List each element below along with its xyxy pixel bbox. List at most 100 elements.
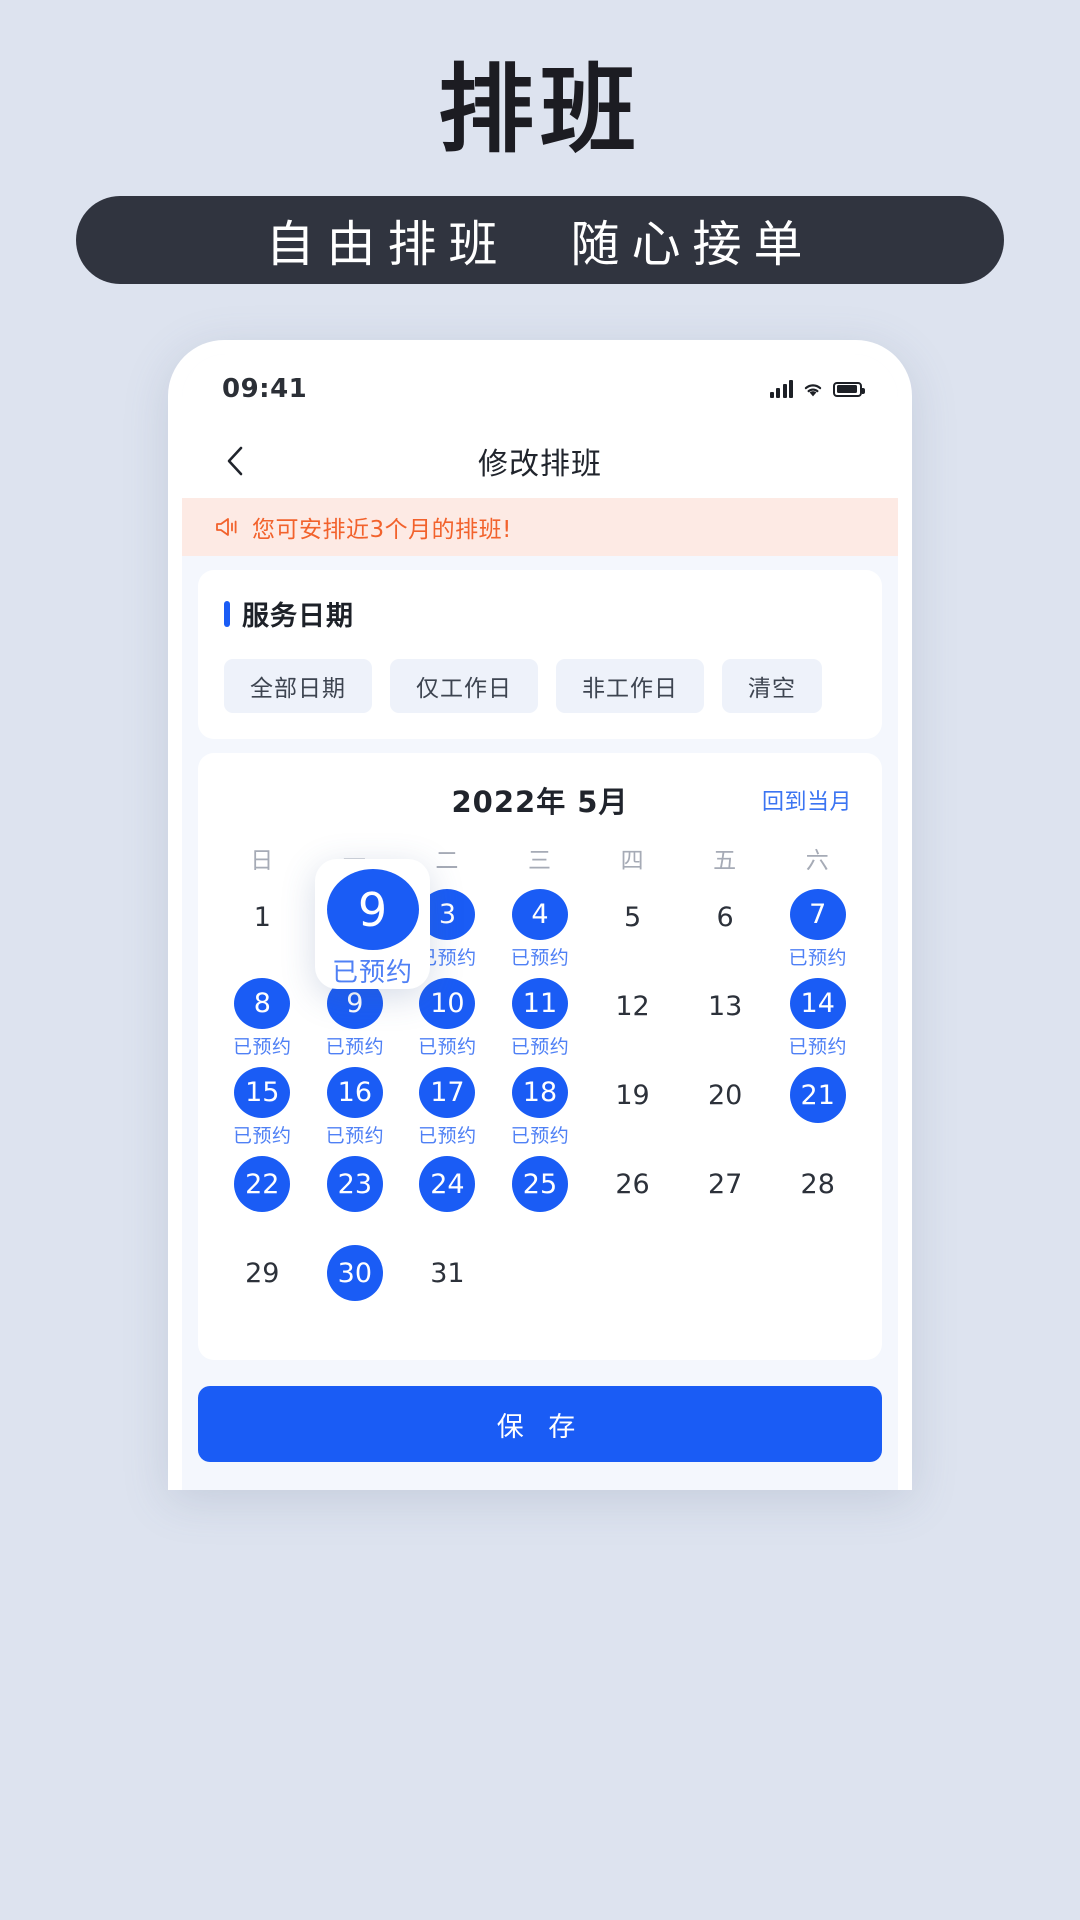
save-button[interactable]: 保 存	[198, 1386, 882, 1462]
calendar-day-number[interactable]: 26	[605, 1156, 661, 1212]
calendar-day-cell[interactable]: 25	[494, 1148, 587, 1237]
calendar-day-cell[interactable]: 29	[216, 1237, 309, 1326]
section-accent-bar	[224, 600, 230, 627]
calendar-day-cell[interactable]: 17 已预约	[401, 1059, 494, 1148]
calendar-day-cell[interactable]: 16 已预约	[309, 1059, 402, 1148]
calendar-day-cell[interactable]: 23	[309, 1148, 402, 1237]
notice-text: 您可安排近3个月的排班!	[252, 517, 512, 543]
day-magnifier-popup: 9 已预约	[315, 859, 430, 989]
calendar-day-number[interactable]: 25	[511, 1156, 568, 1212]
calendar-day-cell[interactable]: 19	[586, 1059, 679, 1148]
calendar-day-cell[interactable]: 13	[679, 970, 772, 1059]
service-date-header: 服务日期	[224, 594, 856, 633]
notice-bar: 您可安排近3个月的排班!	[182, 498, 898, 556]
calendar-day-cell[interactable]: 30	[309, 1237, 402, 1326]
calendar-day-booked-label: 已预约	[233, 1036, 292, 1058]
calendar-day-number[interactable]: 23	[326, 1156, 383, 1212]
calendar-day-number[interactable]: 13	[697, 978, 753, 1034]
service-date-title: 服务日期	[242, 601, 354, 632]
calendar-day-cell[interactable]: 27	[679, 1148, 772, 1237]
calendar-day-booked-label: 已预约	[510, 947, 570, 969]
calendar-day-cell[interactable]: 4 已预约	[494, 881, 587, 970]
calendar-day-number[interactable]: 12	[605, 978, 661, 1034]
calendar-day-number[interactable]: 30	[326, 1245, 383, 1301]
calendar-day-number[interactable]: 15	[234, 1067, 291, 1118]
calendar-day-number[interactable]: 7	[789, 889, 846, 940]
calendar-day-cell[interactable]: 11 已预约	[494, 970, 587, 1059]
calendar-day-booked-label: 已预约	[788, 947, 847, 969]
status-time: 09:41	[222, 374, 308, 404]
magnifier-booked-label: 已预约	[331, 958, 413, 988]
calendar-day-number[interactable]: 27	[697, 1156, 753, 1212]
calendar-grid: 123已预约4已预约567已预约8已预约9已预约10已预约11已预约121314…	[216, 881, 864, 1326]
calendar-day-number[interactable]: 24	[419, 1156, 476, 1212]
calendar-day-booked-label: 已预约	[418, 1036, 477, 1058]
magnifier-day-number: 9	[326, 869, 419, 950]
calendar-day-number[interactable]: 8	[234, 978, 291, 1029]
back-button[interactable]	[218, 444, 252, 478]
chip-weekdays-only[interactable]: 仅工作日	[390, 659, 538, 713]
date-filter-chips: 全部日期 仅工作日 非工作日 清空	[224, 659, 856, 713]
battery-icon	[833, 381, 865, 397]
calendar-day-cell[interactable]: 1	[216, 881, 309, 970]
calendar-day-number[interactable]: 31	[419, 1245, 475, 1301]
calendar-day-cell[interactable]: 24	[401, 1148, 494, 1237]
tagline-banner: 自由排班 随心接单	[76, 196, 1004, 284]
calendar-day-number[interactable]: 17	[419, 1067, 476, 1118]
weekday-thu: 四	[620, 848, 645, 874]
calendar-day-cell[interactable]: 26	[586, 1148, 679, 1237]
calendar-day-cell[interactable]: 18 已预约	[494, 1059, 587, 1148]
calendar-day-booked-label: 已预约	[510, 1125, 570, 1147]
calendar-day-number[interactable]: 22	[234, 1156, 291, 1212]
calendar-day-number[interactable]: 28	[790, 1156, 846, 1212]
calendar-day-number[interactable]: 10	[419, 978, 476, 1029]
status-bar: 09:41	[182, 354, 898, 424]
calendar-day-cell[interactable]: 12	[586, 970, 679, 1059]
nav-title: 修改排班	[478, 447, 602, 482]
nav-bar: 修改排班	[182, 424, 898, 498]
back-to-current-month-link[interactable]: 回到当月	[762, 784, 852, 816]
chip-non-weekdays[interactable]: 非工作日	[556, 659, 704, 713]
calendar-day-cell[interactable]: 31	[401, 1237, 494, 1326]
calendar-day-number[interactable]: 19	[605, 1067, 661, 1123]
calendar-day-booked-label: 已预约	[510, 1036, 570, 1058]
phone-mockup: 09:41 修改排班 您可安排近3个月的排班! 服务日期 全部日期 仅工作日 非…	[168, 340, 912, 1490]
calendar-day-cell[interactable]: 7 已预约	[771, 881, 864, 970]
weekday-wed: 三	[527, 848, 552, 874]
calendar-day-number[interactable]: 5	[605, 889, 661, 945]
wifi-icon	[804, 383, 822, 396]
calendar-day-cell[interactable]: 28	[771, 1148, 864, 1237]
calendar-day-number[interactable]: 16	[326, 1067, 383, 1118]
calendar-day-cell[interactable]: 15 已预约	[216, 1059, 309, 1148]
chevron-left-icon	[227, 446, 243, 476]
service-date-card: 服务日期 全部日期 仅工作日 非工作日 清空	[198, 570, 882, 739]
calendar-header: 2022年 5月 回到当月	[216, 777, 864, 823]
calendar-day-number[interactable]: 14	[789, 978, 846, 1029]
calendar-day-number[interactable]: 6	[697, 889, 753, 945]
signal-bars-icon	[769, 380, 793, 398]
chip-all-dates[interactable]: 全部日期	[224, 659, 372, 713]
calendar-day-cell[interactable]: 5	[586, 881, 679, 970]
chip-clear[interactable]: 清空	[722, 659, 822, 713]
calendar-day-number[interactable]: 18	[511, 1067, 568, 1118]
calendar-day-number[interactable]: 20	[697, 1067, 753, 1123]
calendar-day-cell[interactable]: 20	[679, 1059, 772, 1148]
calendar-day-cell[interactable]: 6	[679, 881, 772, 970]
calendar-day-cell[interactable]: 8 已预约	[216, 970, 309, 1059]
calendar-day-booked-label: 已预约	[325, 1036, 385, 1058]
phone-screen: 09:41 修改排班 您可安排近3个月的排班! 服务日期 全部日期 仅工作日 非…	[182, 354, 898, 1490]
calendar-day-cell[interactable]: 22	[216, 1148, 309, 1237]
tagline-text: 自由排班 随心接单	[265, 215, 815, 273]
calendar-day-number[interactable]: 29	[234, 1245, 290, 1301]
calendar-day-number[interactable]: 1	[234, 889, 290, 945]
calendar-day-cell[interactable]: 14 已预约	[771, 970, 864, 1059]
calendar-weekday-row: 日 一 二 三 四 五 六	[216, 841, 864, 875]
calendar-day-number[interactable]: 11	[511, 978, 568, 1029]
weekday-fri: 五	[713, 848, 738, 874]
calendar-card: 2022年 5月 回到当月 日 一 二 三 四 五 六 1 23 已预约 4 已预约 56…	[198, 753, 882, 1360]
calendar-day-number[interactable]: 21	[789, 1067, 846, 1123]
weekday-sun: 日	[250, 848, 275, 874]
calendar-day-number[interactable]: 4	[511, 889, 568, 940]
megaphone-icon	[216, 518, 237, 536]
calendar-day-cell[interactable]: 21	[771, 1059, 864, 1148]
